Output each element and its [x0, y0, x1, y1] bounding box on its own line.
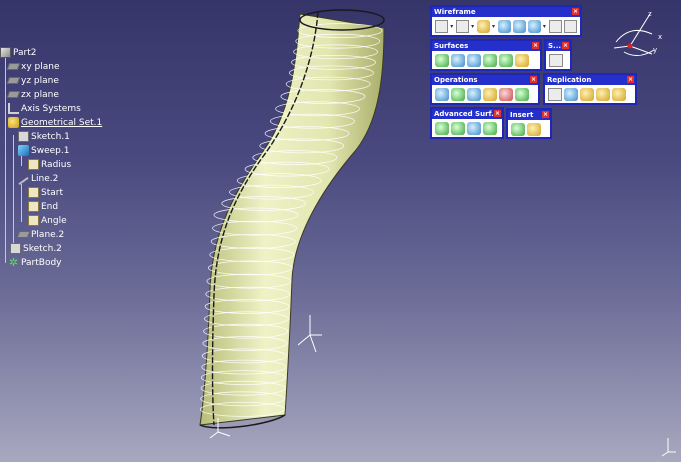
tree-end[interactable]: End: [28, 200, 58, 213]
compass-icon[interactable]: z x y: [604, 6, 676, 64]
circle-button[interactable]: [548, 20, 562, 33]
split-button[interactable]: [451, 88, 465, 101]
sweep-icon: [18, 145, 29, 156]
plane-icon: [6, 77, 21, 84]
close-icon[interactable]: ×: [530, 76, 537, 83]
pattern-button[interactable]: [564, 88, 578, 101]
join-button[interactable]: [435, 88, 449, 101]
close-icon[interactable]: ×: [627, 76, 634, 83]
toolbar-insert[interactable]: Insert ×: [506, 108, 552, 139]
revolve-button[interactable]: [451, 54, 465, 67]
sketch-icon: [18, 131, 29, 142]
parameter-icon: [28, 215, 39, 226]
object-repetition-button[interactable]: [548, 88, 562, 101]
tree-yz-plane[interactable]: yz plane: [6, 74, 59, 87]
sketch-icon: [10, 243, 21, 254]
tree-axis-systems[interactable]: Axis Systems: [8, 102, 81, 115]
geometrical-set-icon: [8, 117, 19, 128]
tree-geometrical-set[interactable]: Geometrical Set.1: [8, 116, 102, 129]
part-icon: [0, 47, 11, 58]
compass-z-label: z: [648, 10, 652, 18]
tree-zx-plane[interactable]: zx plane: [6, 88, 59, 101]
extrude-button[interactable]: [435, 54, 449, 67]
wrap-curve-button[interactable]: [451, 122, 465, 135]
boundary-button[interactable]: [467, 88, 481, 101]
toolbar-replication[interactable]: Replication ×: [543, 73, 637, 105]
extract-button[interactable]: [483, 88, 497, 101]
center-axis-icon: [297, 315, 322, 353]
fillet-button[interactable]: [499, 88, 513, 101]
offset-button[interactable]: [527, 20, 541, 33]
fill-button[interactable]: [483, 54, 497, 67]
close-icon[interactable]: ×: [572, 8, 579, 15]
shape-morphing-button[interactable]: [483, 122, 497, 135]
body-icon: ✲: [8, 256, 19, 269]
plane-button[interactable]: [476, 20, 490, 33]
blend-button[interactable]: [515, 54, 529, 67]
bump-button[interactable]: [435, 122, 449, 135]
parameter-icon: [28, 187, 39, 198]
parameter-icon: [28, 159, 39, 170]
wrap-surface-button[interactable]: [467, 122, 481, 135]
projection-button[interactable]: [497, 20, 511, 33]
tree-sketch1[interactable]: Sketch.1: [18, 130, 70, 143]
toolbar-wireframe[interactable]: Wireframe × ▾ ▾ ▾ ▾: [430, 5, 582, 37]
toolbar-s[interactable]: S... ×: [544, 39, 572, 71]
sweep-button[interactable]: [467, 54, 481, 67]
tree-radius[interactable]: Radius: [28, 158, 71, 171]
point-button[interactable]: [435, 20, 449, 33]
close-icon[interactable]: ×: [542, 111, 549, 118]
spline-button[interactable]: [563, 20, 577, 33]
tree-part2[interactable]: Part2: [0, 46, 37, 59]
tree-line2[interactable]: Line.2: [18, 172, 58, 185]
tree-sketch2[interactable]: Sketch.2: [10, 242, 62, 255]
transform-button[interactable]: [515, 88, 529, 101]
compass-y-label: y: [653, 46, 657, 54]
compass-x-label: x: [658, 33, 662, 41]
tree-start[interactable]: Start: [28, 186, 63, 199]
plane-icon: [6, 63, 21, 70]
close-icon[interactable]: ×: [562, 42, 569, 49]
sketcher-button[interactable]: [549, 54, 563, 67]
axis-system-icon: [8, 103, 19, 114]
3d-viewport[interactable]: Part2 xy plane yz plane zx plane Axis Sy…: [0, 0, 681, 462]
plane-icon: [16, 231, 31, 238]
udf-button[interactable]: [596, 88, 610, 101]
tree-partbody[interactable]: ✲ PartBody: [8, 256, 62, 269]
line-icon: [18, 177, 29, 185]
tree-sweep1[interactable]: Sweep.1: [18, 144, 69, 157]
tree-plane2[interactable]: Plane.2: [16, 228, 64, 241]
global-axis-icon: [661, 438, 676, 457]
insert-geoset-button[interactable]: [527, 123, 541, 136]
plane-icon: [6, 91, 21, 98]
tree-xy-plane[interactable]: xy plane: [6, 60, 59, 73]
close-icon[interactable]: ×: [494, 110, 501, 117]
toolbar-surfaces[interactable]: Surfaces ×: [430, 39, 542, 71]
parameter-icon: [28, 201, 39, 212]
toolbar-operations[interactable]: Operations ×: [430, 73, 540, 105]
specification-tree: Part2 xy plane yz plane zx plane Axis Sy…: [0, 40, 140, 280]
powercopy-button[interactable]: [580, 88, 594, 101]
intersection-button[interactable]: [512, 20, 526, 33]
loft-button[interactable]: [499, 54, 513, 67]
toolbar-advanced-surfaces[interactable]: Advanced Surf... ×: [430, 107, 504, 139]
tree-angle[interactable]: Angle: [28, 214, 67, 227]
line-button[interactable]: [455, 20, 470, 33]
close-icon[interactable]: ×: [532, 42, 539, 49]
catalog-button[interactable]: [612, 88, 626, 101]
insert-body-button[interactable]: [511, 123, 525, 136]
